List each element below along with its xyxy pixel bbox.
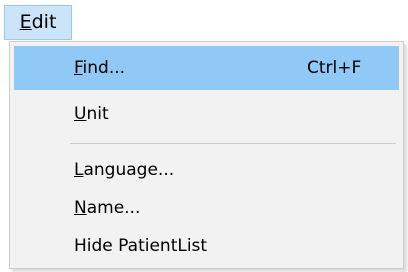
find-label: Find... (74, 46, 125, 90)
menu-item-hide-patientlist[interactable]: Hide PatientList (14, 224, 399, 268)
name-label-rest: ame... (86, 198, 141, 218)
find-label-rest: ind... (82, 58, 126, 78)
menu-bar: Edit (0, 0, 408, 41)
menu-item-unit[interactable]: Unit (14, 92, 399, 136)
edit-dropdown-menu: Find... Ctrl+F Unit Language... Name... … (9, 41, 404, 269)
name-mnemonic: N (74, 198, 87, 218)
find-mnemonic: F (74, 58, 83, 78)
application-window: Edit Find... Ctrl+F Unit Language... Nam… (0, 0, 408, 272)
edit-menu-label: dit (31, 11, 57, 33)
menu-item-find[interactable]: Find... Ctrl+F (14, 46, 399, 90)
edit-menu-mnemonic: E (19, 11, 32, 33)
unit-mnemonic: U (74, 104, 87, 124)
edit-menu[interactable]: Edit (4, 5, 72, 40)
unit-label-rest: nit (86, 104, 109, 124)
menu-separator (70, 143, 396, 144)
language-label-rest: anguage... (83, 160, 175, 180)
find-shortcut: Ctrl+F (307, 58, 362, 78)
unit-label: Unit (74, 92, 109, 136)
hide-patientlist-label: Hide PatientList (74, 236, 208, 256)
